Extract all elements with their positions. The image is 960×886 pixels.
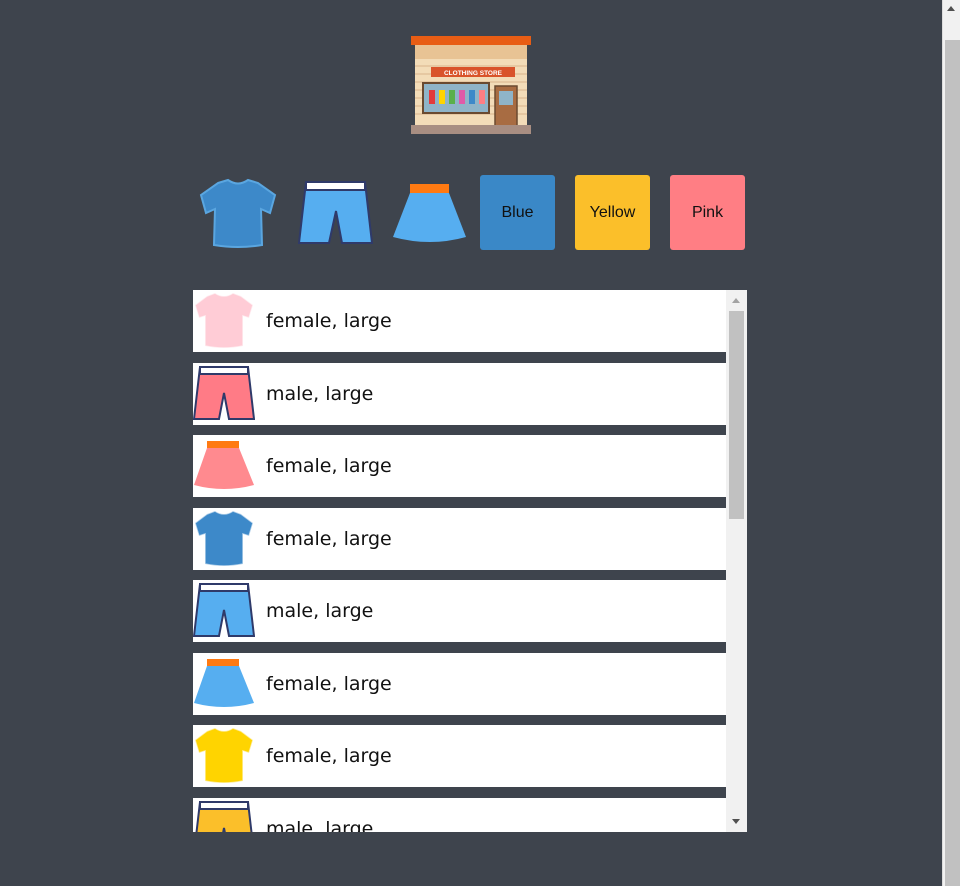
- page-scrollbar[interactable]: [942, 0, 960, 886]
- scroll-down-arrow-icon[interactable]: [732, 819, 740, 824]
- tshirt-icon: [199, 178, 277, 248]
- list-scrollbar[interactable]: [726, 290, 747, 832]
- filter-skirt-button[interactable]: [393, 175, 468, 250]
- list-item[interactable]: female, large: [193, 290, 726, 352]
- item-label: female, large: [266, 527, 392, 550]
- tshirt-icon: [194, 292, 254, 349]
- scroll-up-arrow-icon[interactable]: [732, 298, 740, 303]
- item-label: female, large: [266, 455, 392, 477]
- item-label: male, large: [266, 600, 374, 622]
- tshirt-icon: [194, 727, 254, 784]
- list-item[interactable]: male, large: [193, 580, 726, 642]
- filter-shorts-button[interactable]: [298, 175, 373, 250]
- skirt-icon: [194, 441, 254, 489]
- item-label: female, large: [266, 745, 392, 767]
- clothing-store-icon: CLOTHING STORE: [411, 36, 531, 134]
- page-scrollbar-thumb[interactable]: [945, 40, 960, 886]
- list-item[interactable]: female, large: [193, 652, 726, 715]
- shorts-icon: [195, 800, 253, 832]
- tshirt-icon: [194, 509, 254, 567]
- item-label: female, large: [266, 310, 392, 332]
- list-item[interactable]: male, large: [193, 797, 726, 833]
- filter-blue-button[interactable]: Blue: [480, 175, 555, 250]
- item-label: male, large: [266, 817, 374, 833]
- store-sign-text: CLOTHING STORE: [444, 70, 503, 77]
- filter-pink-button[interactable]: Pink: [670, 175, 745, 250]
- filter-yellow-button[interactable]: Yellow: [575, 175, 650, 250]
- shorts-icon: [193, 365, 255, 420]
- item-label: female, large: [266, 672, 392, 695]
- filter-tshirt-button[interactable]: [198, 175, 277, 250]
- list-item[interactable]: female, large: [193, 435, 726, 497]
- skirt-icon: [393, 184, 466, 242]
- shorts-icon: [298, 181, 373, 244]
- list-scrollbar-thumb[interactable]: [729, 311, 744, 519]
- list-item[interactable]: female, large: [193, 507, 726, 570]
- shorts-icon: [193, 583, 255, 637]
- page-scroll-up-arrow-icon[interactable]: [947, 6, 955, 11]
- list-item[interactable]: female, large: [193, 725, 726, 787]
- list-item[interactable]: male, large: [193, 362, 726, 425]
- product-list[interactable]: female, large male, large female, large …: [193, 290, 747, 832]
- skirt-icon: [194, 658, 254, 707]
- item-label: male, large: [266, 382, 374, 405]
